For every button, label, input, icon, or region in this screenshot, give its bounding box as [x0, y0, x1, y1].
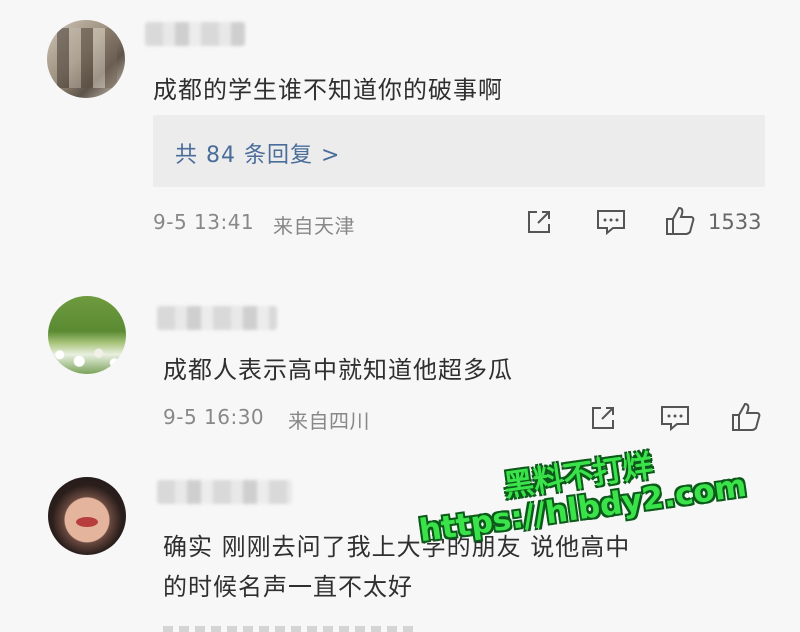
username-blurred[interactable]: [157, 480, 292, 504]
replies-box[interactable]: 共 84 条回复 >: [153, 115, 765, 187]
watermark-brand: 黑料不打烊: [501, 448, 656, 505]
comment-text-line2: 的时候名声一直不太好: [163, 573, 413, 601]
avatar[interactable]: [48, 477, 126, 555]
comment-timestamp: 9-5 16:30: [163, 405, 265, 429]
avatar[interactable]: [47, 20, 125, 98]
share-icon[interactable]: [588, 403, 618, 433]
comment-timestamp: 9-5 13:41: [153, 210, 255, 234]
comment-icon[interactable]: [595, 208, 627, 236]
comment-meta-cut: [163, 618, 423, 632]
comment-location: 来自天津: [273, 214, 355, 238]
username-blurred[interactable]: [145, 22, 245, 46]
view-replies-link[interactable]: 共 84 条回复 >: [175, 137, 340, 169]
share-icon[interactable]: [524, 207, 554, 237]
like-icon[interactable]: [730, 401, 762, 433]
comment-text: 成都的学生谁不知道你的破事啊: [153, 76, 503, 104]
username-blurred[interactable]: [157, 306, 277, 330]
comment-icon[interactable]: [659, 404, 691, 432]
comment-text: 成都人表示高中就知道他超多瓜: [163, 356, 513, 384]
comment-text-line1: 确实 刚刚去问了我上大学的朋友 说他高中: [163, 533, 631, 561]
like-count: 1533: [708, 210, 762, 234]
avatar[interactable]: [48, 296, 126, 374]
like-icon[interactable]: [664, 205, 696, 237]
comment-location: 来自四川: [288, 409, 370, 433]
